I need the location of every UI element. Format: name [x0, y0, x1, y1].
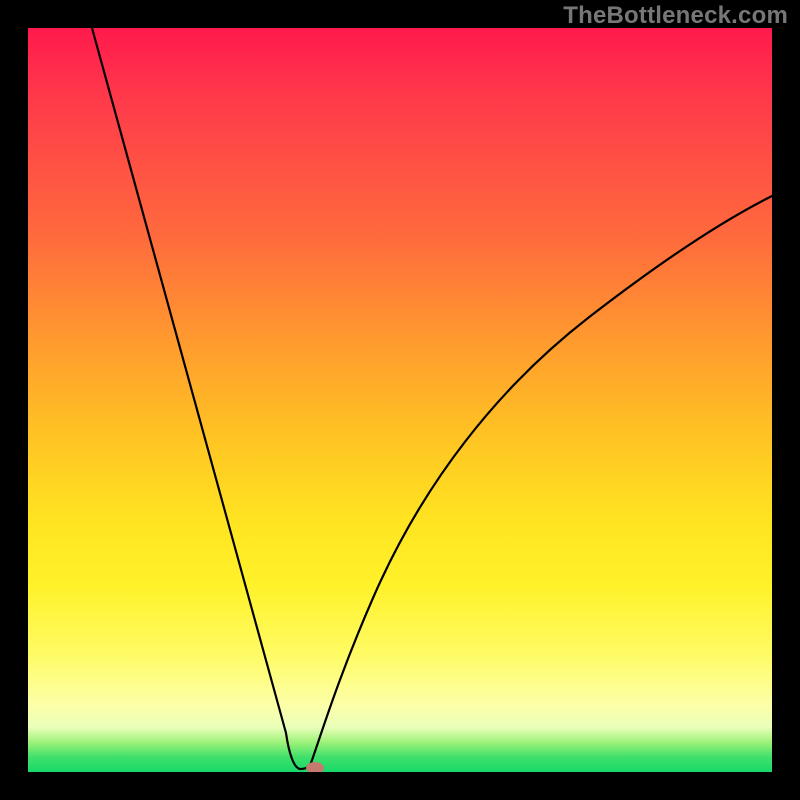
- attribution-text: TheBottleneck.com: [563, 2, 788, 30]
- chart-frame: TheBottleneck.com: [0, 0, 800, 800]
- bottleneck-curve-path: [92, 28, 772, 769]
- minimum-marker: [306, 762, 324, 772]
- plot-area: [28, 28, 772, 772]
- bottleneck-curve: [28, 28, 772, 772]
